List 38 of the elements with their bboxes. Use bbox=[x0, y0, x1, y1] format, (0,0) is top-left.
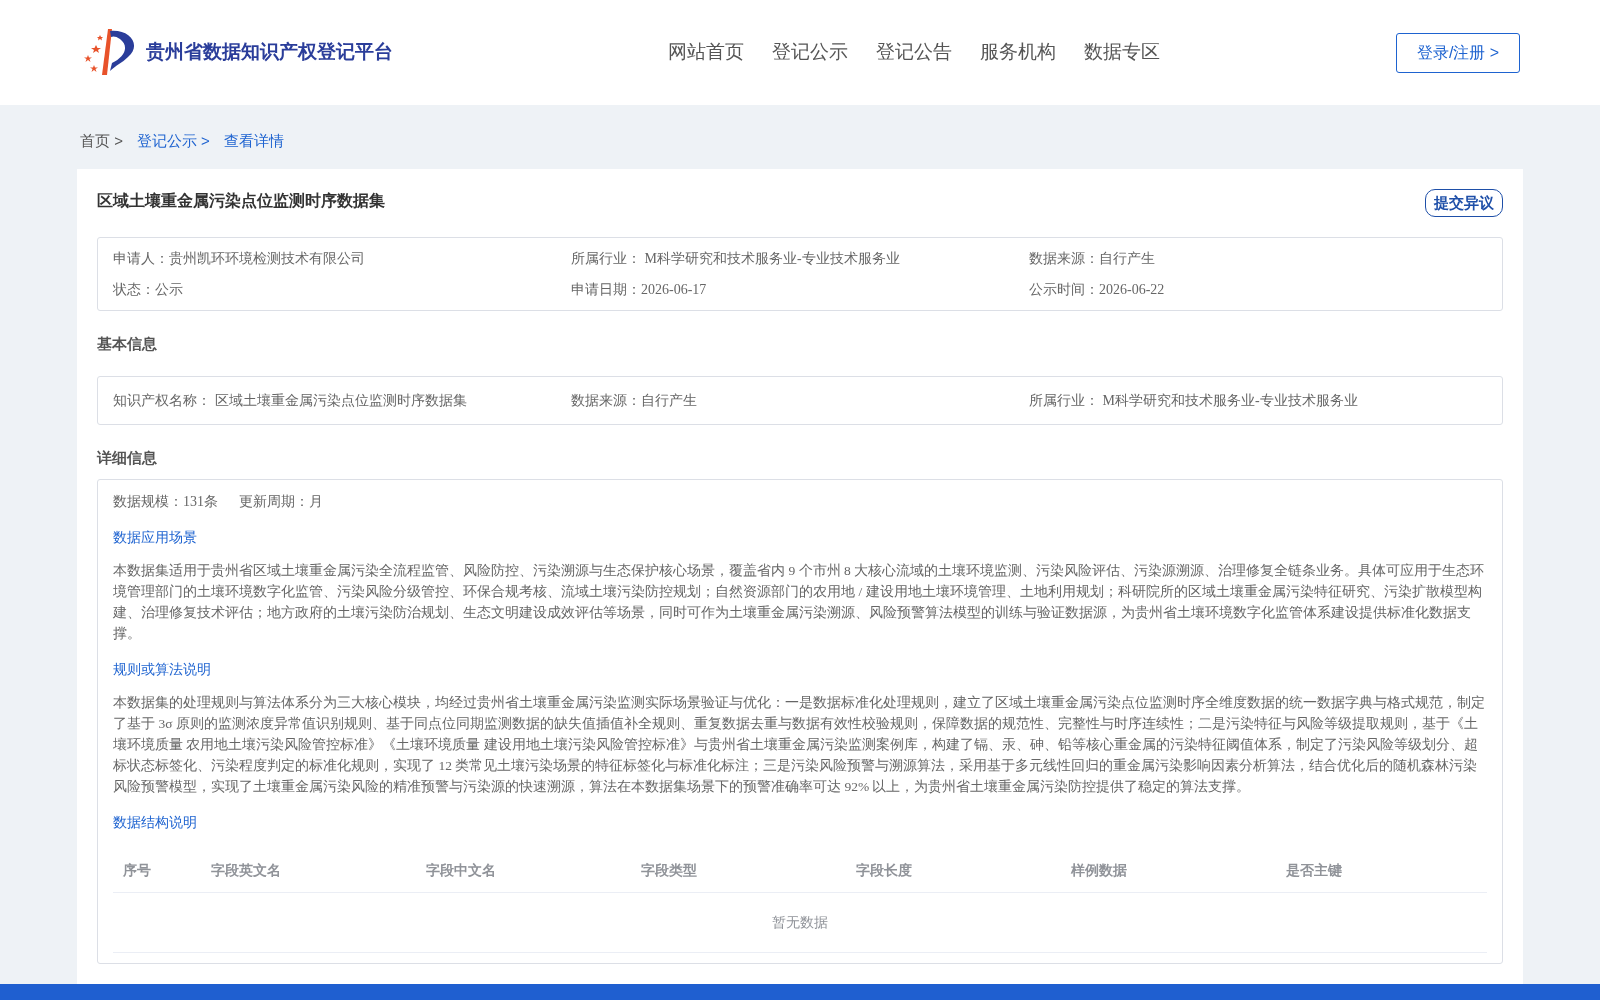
login-button[interactable]: 登录/注册 > bbox=[1396, 32, 1520, 73]
info-field: 所属行业： M科学研究和技术服务业-专业技术服务业 bbox=[571, 248, 1029, 269]
column-header: 字段英文名 bbox=[210, 861, 282, 880]
description-text: 本数据集适用于贵州省区域土壤重金属污染全流程监管、风险防控、污染溯源与生态保护核心场景，覆盖省内 9 个市州 8 大核心流域的土壤环境监测、污染风险评估、污染源溯源、治理修复全链条业务。具体可应用于生态环境管理部门的土壤环境数字化监管、污染风险分级管控、环保合规考核、流域土壤污染防控规划；自然资源部门的农用地 / 建设用地土壤环境管理、土地利用规划；科研院所的区域土壤重金属污染特征研究、污染扩散模型构建、治理修复技术评估；地方政府的土壤污染防治规划、生态文明建设成效评估等场景，同时可作为土壤重金属污染溯源、风险预警算法模型的训练与验证数据源，为贵州省土壤环境数字化监管体系建设提供标准化数据支撑。 bbox=[113, 562, 1485, 643]
dataset-title: 区域土壤重金属污染点位监测时序数据集 bbox=[97, 190, 385, 211]
info-field: 知识产权名称： 区域土壤重金属污染点位监测时序数据集 bbox=[113, 389, 571, 411]
nav-link[interactable]: 服务机构 bbox=[980, 38, 1056, 67]
column-header: 是否主键 bbox=[1285, 861, 1343, 880]
breadcrumb-link[interactable]: 登记公示 > bbox=[136, 130, 210, 153]
info-field: 申请日期：2026-06-17 bbox=[571, 279, 1029, 300]
subsection-heading: 数据应用场景 bbox=[113, 529, 198, 547]
column-header: 字段中文名 bbox=[425, 861, 497, 880]
info-field: 更新周期：月 bbox=[239, 491, 323, 512]
column-header: 样例数据 bbox=[1070, 861, 1128, 880]
nav-link[interactable]: 登记公示 bbox=[772, 38, 848, 67]
info-field: 所属行业： M科学研究和技术服务业-专业技术服务业 bbox=[1029, 389, 1487, 411]
nav-link[interactable]: 登记公告 bbox=[876, 38, 952, 67]
breadcrumb-link[interactable]: 首页 > bbox=[80, 130, 123, 153]
info-field: 状态：公示 bbox=[113, 279, 571, 300]
info-field: 数据来源：自行产生 bbox=[1029, 248, 1487, 269]
column-header: 字段长度 bbox=[855, 861, 913, 880]
subsection-heading: 规则或算法说明 bbox=[113, 661, 212, 679]
column-header: 序号 bbox=[122, 861, 152, 880]
info-field: 公示时间：2026-06-22 bbox=[1029, 279, 1487, 300]
empty-table-text: 暂无数据 bbox=[772, 913, 828, 932]
description-text: 本数据集的处理规则与算法体系分为三大核心模块，均经过贵州省土壤重金属污染监测实际场景验证与优化：一是数据标准化处理规则，建立了区域土壤重金属污染点位监测时序全维度数据的统一数据字典与格式规范，制定了基于 3σ 原则的监测浓度异常值识别规则、基于同点位同期监测数据的缺失值插值补全规则、重复数据去重与数据有效性校验规则，保障数据的规范性、完整性与时序连续性；二是污染特征与风险等级提取规则，基于《土壤环境质量 农用地土壤污染风险管控标准》《土壤环境质量 建设用地土壤污染风险管控标准》与贵州省土壤重金属污染监测案例库，构建了镉、汞、砷、铅等核心重金属的污染特征阈值体系，制定了污染风险等级划分、超标状态标签化、污染程度判定的标准化规则，实现了 12 类常见土壤污染场景的特征标签化与标准化标注；三是污染风险预警与溯源算法，采用基于多元线性回归的重金属污染影响因素分析算法，结合优化后的随机森林污染风险预警模型，实现了土壤重金属污染风险的精准预警与污染源的快速溯源，算法在本数据集场景下的预警准确率可达 92% 以上，为贵州省土壤重金属污染防控提供了稳定的算法支撑。 bbox=[113, 694, 1486, 796]
info-field: 申请人：贵州凯环环境检测技术有限公司 bbox=[113, 248, 571, 269]
info-field: 数据来源：自行产生 bbox=[571, 389, 1029, 411]
site-title: 贵州省数据知识产权登记平台 bbox=[146, 40, 393, 65]
objection-button[interactable]: 提交异议 bbox=[1425, 188, 1503, 217]
info-field: 数据规模：131条 bbox=[113, 491, 218, 512]
subsection-heading: 数据结构说明 bbox=[113, 814, 198, 832]
section-heading: 基本信息 bbox=[97, 334, 158, 354]
breadcrumb-link[interactable]: 查看详情 bbox=[223, 130, 284, 153]
section-heading: 详细信息 bbox=[97, 447, 158, 468]
nav-link[interactable]: 网站首页 bbox=[668, 38, 744, 67]
nav-link[interactable]: 数据专区 bbox=[1084, 38, 1160, 67]
column-header: 字段类型 bbox=[640, 861, 698, 880]
